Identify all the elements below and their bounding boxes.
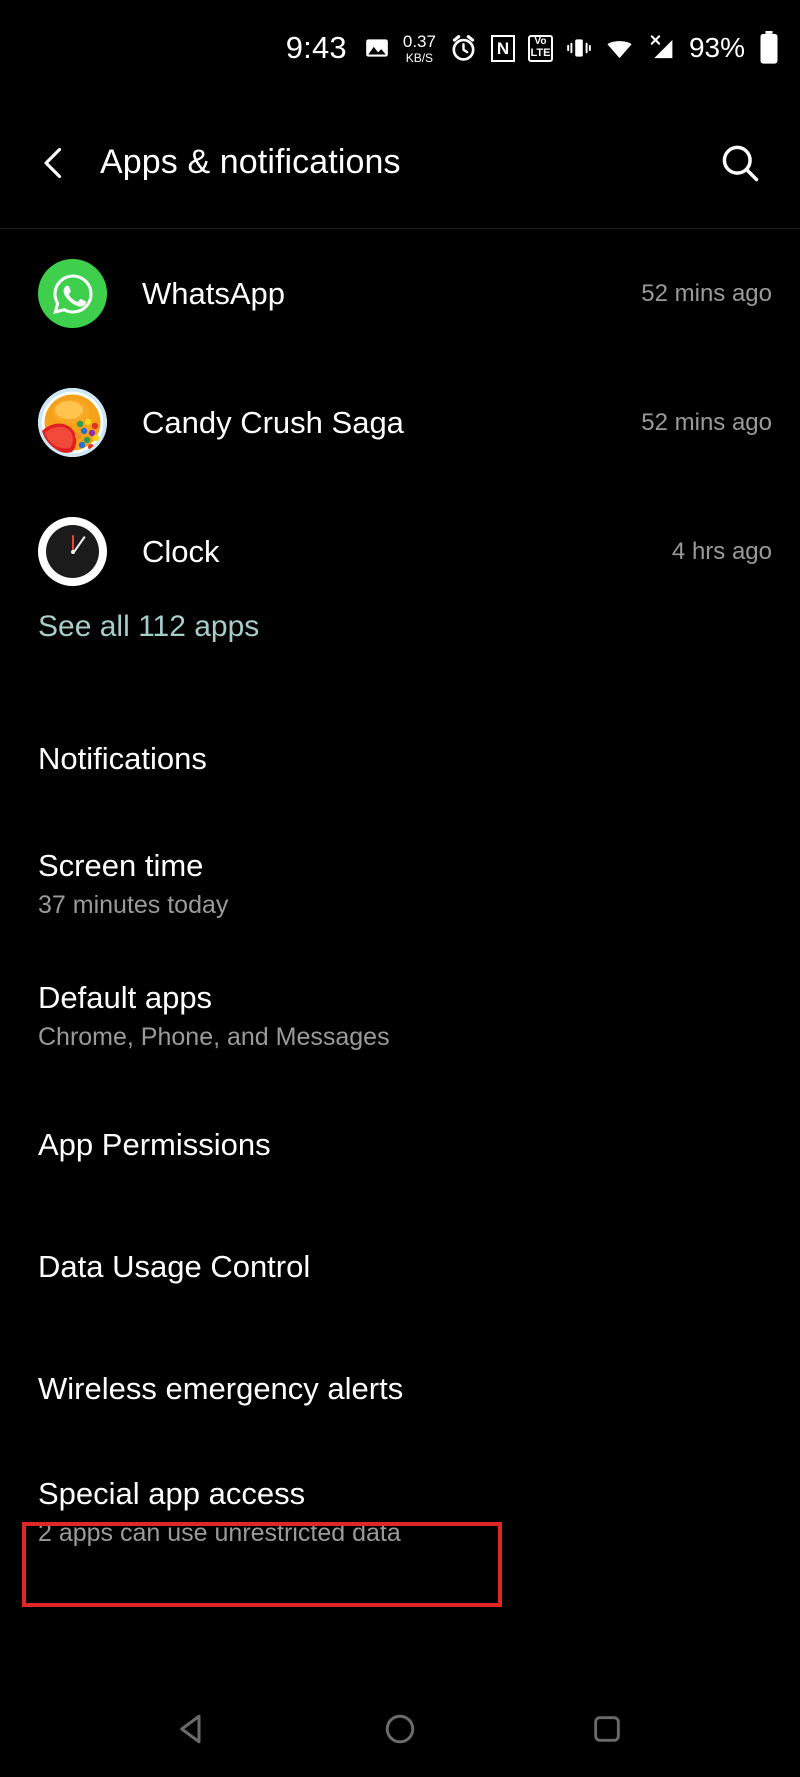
battery-icon [758, 31, 780, 65]
see-all-apps-link[interactable]: See all 112 apps [38, 610, 259, 644]
phone-screen: 9:43 0.37 KB/S N Vo LTE 93% Apps & notif… [0, 0, 800, 1777]
app-name: WhatsApp [142, 275, 286, 311]
back-button[interactable] [16, 125, 92, 201]
page-title: Apps & notifications [100, 143, 401, 181]
triangle-back-icon [180, 1714, 201, 1743]
battery-percentage: 93% [688, 32, 745, 63]
chevron-left-icon [44, 147, 62, 178]
status-bar-clock: 9:43 [285, 30, 347, 65]
vibrate-icon [566, 35, 592, 61]
candy-crush-icon [38, 388, 107, 457]
app-last-used: 4 hrs ago [671, 537, 772, 565]
nfc-letter: N [496, 38, 510, 58]
recent-apps-list: WhatsApp 52 mins ago Candy Crush Saga 52… [0, 229, 800, 616]
volte-top: Vo [534, 36, 547, 47]
clock-icon [38, 517, 107, 586]
settings-row-subtitle: 37 minutes today [38, 890, 229, 919]
data-speed-value: 0.37 [402, 31, 436, 51]
nfc-icon: N [490, 34, 515, 62]
app-last-used: 52 mins ago [641, 408, 772, 436]
system-navigation-bar [0, 1680, 800, 1777]
app-header: Apps & notifications [0, 96, 800, 229]
settings-row-title: Wireless emergency alerts [38, 1371, 404, 1407]
settings-row-title: Special app access [38, 1476, 306, 1512]
settings-row-title: Screen time [38, 848, 204, 884]
app-row-candy-crush-saga[interactable]: Candy Crush Saga 52 mins ago [0, 358, 800, 487]
settings-row-notifications[interactable]: Notifications [0, 700, 800, 818]
back-nav-button[interactable] [157, 1693, 229, 1765]
status-bar: 9:43 0.37 KB/S N Vo LTE 93% [0, 0, 800, 96]
wifi-icon [605, 34, 634, 63]
settings-row-title: Default apps [38, 980, 213, 1016]
home-nav-button[interactable] [364, 1693, 436, 1765]
search-button[interactable] [708, 131, 772, 195]
whatsapp-icon [38, 259, 107, 328]
settings-row-title: App Permissions [38, 1127, 271, 1163]
data-speed-indicator: 0.37 KB/S [403, 33, 436, 64]
volte-icon: Vo LTE [527, 34, 553, 62]
circle-home-icon [385, 1714, 415, 1743]
settings-row-special-app-access[interactable]: Special app access 2 apps can use unrest… [0, 1452, 800, 1572]
search-icon [722, 145, 759, 181]
settings-row-default-apps[interactable]: Default apps Chrome, Phone, and Messages [0, 950, 800, 1082]
data-speed-unit: KB/S [405, 50, 434, 65]
settings-row-title: Notifications [38, 741, 207, 777]
settings-row-screen-time[interactable]: Screen time 37 minutes today [0, 818, 800, 950]
volte-bottom: LTE [530, 47, 551, 59]
square-recents-icon [593, 1715, 620, 1742]
app-last-used: 52 mins ago [641, 279, 772, 307]
cellular-signal-icon [647, 34, 676, 63]
app-name: Clock [142, 533, 220, 569]
settings-row-subtitle: 2 apps can use unrestricted data [38, 1518, 401, 1547]
settings-row-wireless-emergency-alerts[interactable]: Wireless emergency alerts [0, 1326, 800, 1452]
settings-row-title: Data Usage Control [38, 1249, 311, 1285]
app-row-clock[interactable]: Clock 4 hrs ago [0, 487, 800, 616]
app-name: Candy Crush Saga [142, 404, 404, 440]
settings-list: Notifications Screen time 37 minutes tod… [0, 700, 800, 1572]
settings-row-subtitle: Chrome, Phone, and Messages [38, 1022, 390, 1051]
screenshot-icon [364, 35, 390, 61]
recents-nav-button[interactable] [571, 1693, 643, 1765]
app-row-whatsapp[interactable]: WhatsApp 52 mins ago [0, 229, 800, 358]
settings-row-data-usage-control[interactable]: Data Usage Control [0, 1208, 800, 1326]
alarm-icon [449, 34, 478, 63]
settings-row-app-permissions[interactable]: App Permissions [0, 1082, 800, 1208]
